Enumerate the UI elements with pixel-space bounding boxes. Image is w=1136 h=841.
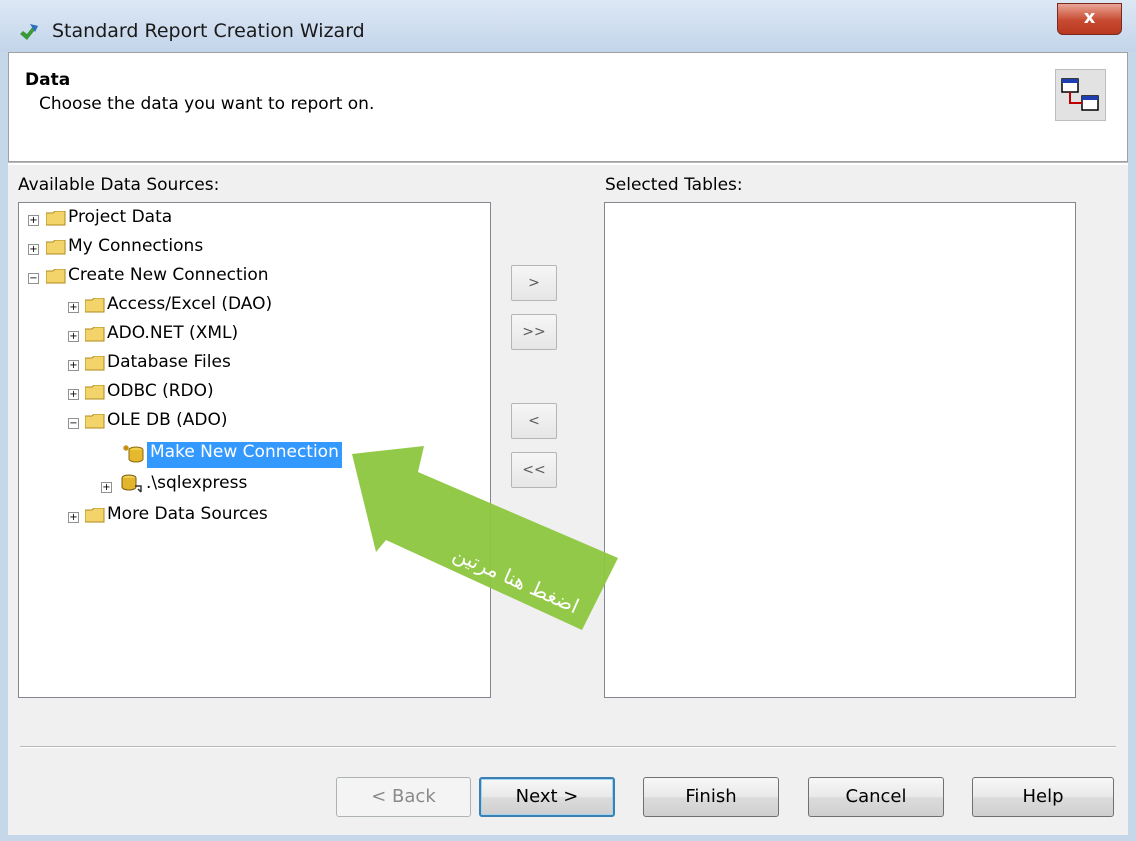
tree-item-label: .\sqlexpress (146, 473, 248, 493)
page-title: Data (25, 70, 71, 90)
next-button[interactable]: Next > (479, 777, 615, 817)
finish-button[interactable]: Finish (643, 777, 779, 817)
database-server-icon (121, 474, 142, 493)
help-button[interactable]: Help (972, 777, 1114, 817)
tree-item-label: My Connections (68, 236, 204, 256)
folder-icon (85, 356, 105, 371)
expand-icon[interactable]: + (28, 215, 39, 226)
title-bar: Standard Report Creation Wizard x (0, 0, 1136, 52)
expand-icon[interactable]: + (68, 331, 79, 342)
tree-item-label: Access/Excel (DAO) (107, 294, 273, 314)
back-button[interactable]: < Back (336, 777, 471, 817)
expand-icon[interactable]: + (68, 512, 79, 523)
header-divider (8, 162, 1128, 165)
tree-item-label: Project Data (68, 207, 173, 227)
cancel-button[interactable]: Cancel (808, 777, 944, 817)
data-link-icon (1055, 69, 1106, 121)
expand-icon[interactable]: + (68, 389, 79, 400)
close-button[interactable]: x (1057, 3, 1122, 35)
expand-icon[interactable]: + (28, 244, 39, 255)
folder-icon (46, 269, 66, 284)
folder-icon (85, 385, 105, 400)
collapse-icon[interactable]: − (28, 273, 39, 284)
page-subtitle: Choose the data you want to report on. (39, 94, 375, 114)
remove-table-button[interactable]: < (511, 403, 557, 439)
add-all-tables-button[interactable]: >> (511, 314, 557, 350)
folder-icon (85, 508, 105, 523)
folder-icon (46, 211, 66, 226)
new-connection-icon (123, 445, 144, 463)
wizard-icon (20, 24, 38, 40)
folder-icon (46, 240, 66, 255)
annotation-arrow (352, 446, 618, 630)
expand-icon[interactable]: + (68, 360, 79, 371)
add-table-button[interactable]: > (511, 265, 557, 301)
selected-tables-list[interactable] (604, 202, 1076, 698)
folder-icon (85, 414, 105, 429)
collapse-icon[interactable]: − (68, 418, 79, 429)
tree-item-label: OLE DB (ADO) (107, 410, 228, 430)
tree-item-label: Make New Connection (147, 442, 342, 468)
window-title: Standard Report Creation Wizard (52, 20, 365, 42)
tree-item-label: More Data Sources (107, 504, 268, 524)
tree-item-label: Create New Connection (68, 265, 269, 285)
expand-icon[interactable]: + (68, 302, 79, 313)
tree-item-label: ADO.NET (XML) (107, 323, 239, 343)
tree-item-label: ODBC (RDO) (107, 381, 214, 401)
folder-icon (85, 298, 105, 313)
tree-item-label: Database Files (107, 352, 231, 372)
folder-icon (85, 327, 105, 342)
expand-icon[interactable]: + (101, 482, 112, 493)
available-sources-label: Available Data Sources: (18, 175, 220, 195)
selected-tables-label: Selected Tables: (605, 175, 743, 195)
footer-divider (20, 746, 1116, 748)
